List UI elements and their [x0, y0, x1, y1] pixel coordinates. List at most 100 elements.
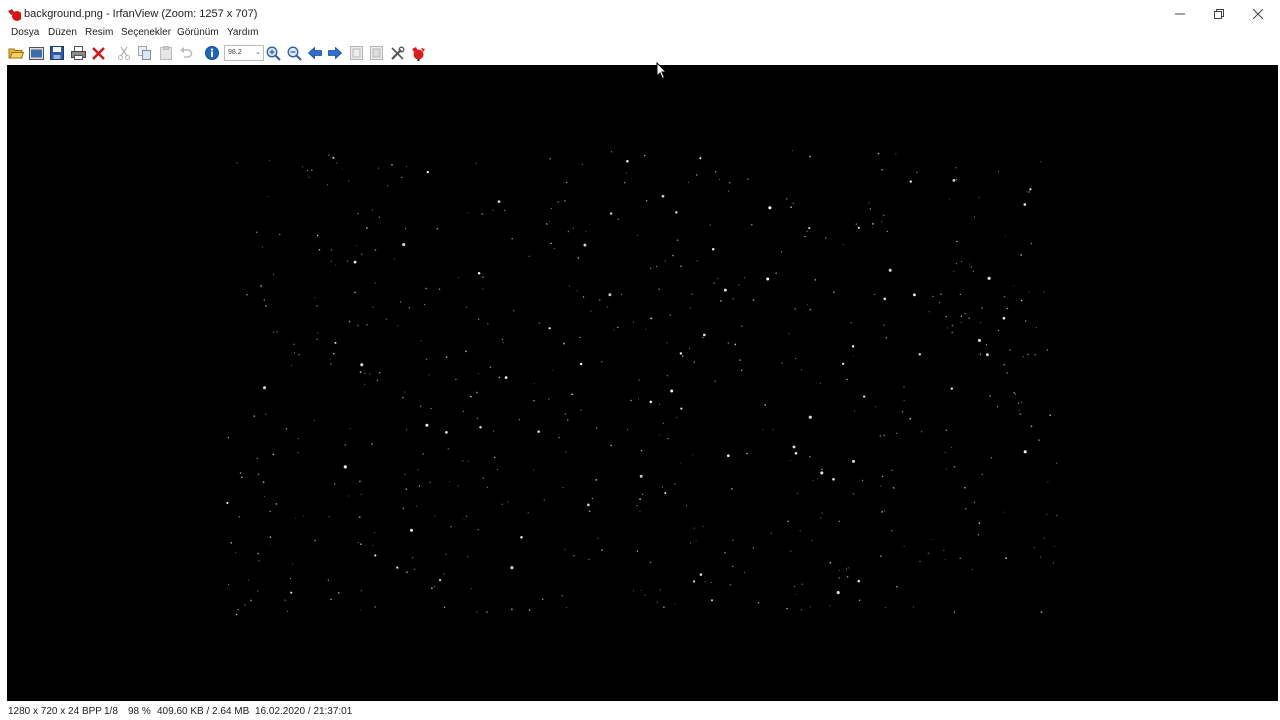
star — [820, 471, 824, 475]
star — [794, 585, 796, 587]
star — [579, 362, 583, 366]
star — [260, 285, 262, 287]
undo-button[interactable] — [178, 45, 194, 61]
star — [726, 454, 730, 458]
star — [667, 437, 669, 440]
star — [497, 200, 501, 203]
star — [341, 168, 343, 170]
star — [719, 179, 720, 180]
star — [409, 528, 414, 532]
star — [595, 479, 598, 481]
star — [1006, 307, 1009, 310]
star — [357, 212, 359, 215]
about-button[interactable] — [410, 45, 426, 61]
star — [476, 611, 478, 613]
star — [985, 353, 989, 357]
star — [977, 338, 981, 342]
star — [807, 303, 809, 306]
star — [303, 515, 304, 517]
menu-bar: Dosya Düzen Resim Seçenekler Görünüm Yar… — [0, 26, 1280, 42]
minimize-button[interactable] — [1160, 0, 1200, 28]
fit-page-2-button[interactable] — [368, 45, 384, 61]
star — [235, 552, 237, 554]
star — [336, 162, 338, 164]
star — [364, 372, 366, 375]
menu-secenekler[interactable]: Seçenekler — [120, 26, 172, 40]
fit-page-button[interactable] — [348, 45, 364, 61]
next-button[interactable] — [327, 45, 343, 61]
menu-duzen[interactable]: Düzen — [47, 26, 78, 40]
star — [267, 196, 269, 198]
thumbnails-button[interactable] — [28, 45, 44, 61]
star — [788, 333, 790, 335]
paste-button[interactable] — [158, 45, 174, 61]
menu-yardim[interactable]: Yardım — [226, 26, 260, 40]
close-button[interactable] — [1238, 0, 1278, 28]
star — [1052, 562, 1055, 564]
star — [290, 577, 292, 580]
settings-button[interactable] — [389, 45, 405, 61]
star — [955, 167, 957, 169]
menu-dosya[interactable]: Dosya — [10, 26, 40, 40]
star — [316, 305, 318, 307]
star — [285, 428, 288, 430]
star — [639, 510, 641, 512]
star — [819, 382, 821, 384]
star — [1030, 425, 1033, 428]
star — [950, 446, 953, 448]
star — [291, 563, 293, 565]
star — [503, 209, 506, 212]
irfanview-app-icon[interactable] — [7, 7, 21, 21]
star — [290, 591, 293, 594]
star — [950, 387, 953, 390]
star — [348, 495, 350, 497]
delete-button[interactable] — [90, 45, 106, 61]
save-button[interactable] — [49, 45, 65, 61]
chevron-down-icon: ⌄ — [255, 49, 261, 56]
star — [429, 481, 431, 484]
star — [854, 410, 856, 412]
copy-button[interactable] — [137, 45, 153, 61]
star — [723, 288, 727, 292]
restore-button[interactable] — [1199, 0, 1239, 28]
star — [642, 493, 644, 496]
star — [433, 586, 435, 588]
star — [386, 185, 388, 187]
zoom-out-button[interactable] — [286, 45, 302, 61]
open-folder-icon — [8, 48, 24, 59]
star — [408, 307, 410, 309]
image-viewer[interactable] — [7, 65, 1278, 701]
star — [794, 451, 798, 455]
star — [821, 512, 823, 514]
star — [630, 399, 632, 402]
star — [792, 445, 796, 449]
star — [666, 374, 669, 377]
status-index: 1/8 — [104, 706, 118, 717]
star — [482, 276, 484, 278]
print-button[interactable] — [70, 45, 86, 61]
star — [944, 558, 946, 560]
star — [816, 478, 818, 480]
star — [538, 322, 541, 324]
previous-button[interactable] — [307, 45, 323, 61]
star — [1035, 326, 1037, 328]
open-button[interactable] — [8, 45, 24, 61]
star — [610, 444, 612, 447]
menu-resim[interactable]: Resim — [84, 26, 114, 40]
star — [916, 171, 918, 174]
star — [1046, 349, 1048, 351]
star — [696, 174, 698, 176]
star — [789, 459, 791, 461]
star — [881, 511, 883, 513]
star — [808, 227, 811, 230]
star — [693, 361, 696, 363]
star — [825, 237, 827, 239]
zoom-combobox[interactable]: 98.2 ⌄ — [224, 45, 264, 61]
cut-button[interactable] — [116, 45, 132, 61]
zoom-in-button[interactable] — [265, 45, 281, 61]
star — [563, 342, 565, 345]
star — [463, 518, 465, 520]
info-button[interactable] — [204, 45, 220, 61]
menu-gorunum[interactable]: Görünüm — [176, 26, 220, 40]
star — [394, 258, 396, 260]
